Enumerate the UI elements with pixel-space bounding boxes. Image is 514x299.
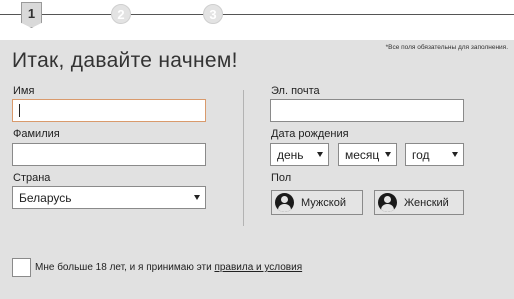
birth-year-value: год [412, 148, 430, 162]
agreement-text: Мне больше 18 лет, и я принимаю эти прав… [35, 262, 302, 273]
text-caret [19, 104, 20, 117]
dropdown-arrow-icon [452, 152, 458, 157]
step-3-number: 3 [209, 7, 217, 22]
birth-year-select[interactable]: год [405, 143, 464, 166]
column-divider [243, 90, 244, 226]
age-terms-checkbox[interactable] [12, 258, 31, 277]
required-fields-note: *Все поля обязательны для заполнения. [385, 44, 508, 51]
first-name-input[interactable] [12, 99, 206, 122]
birthdate-label: Дата рождения [271, 128, 349, 140]
birth-day-select[interactable]: день [270, 143, 329, 166]
gender-female-label: Женский [404, 197, 449, 209]
step-1-number: 1 [27, 6, 36, 21]
gender-female-button[interactable]: Женский [374, 190, 464, 215]
gender-label: Пол [271, 172, 292, 184]
birth-month-value: месяц [345, 148, 380, 162]
birth-day-value: день [277, 148, 304, 162]
person-icon [378, 193, 397, 212]
birth-month-select[interactable]: месяц [338, 143, 397, 166]
step-indicator: 1 2 3 [0, 0, 514, 40]
agreement-label: Мне больше 18 лет, и я принимаю эти [35, 262, 212, 273]
person-icon [275, 193, 294, 212]
dropdown-arrow-icon [317, 152, 323, 157]
terms-link[interactable]: правила и условия [214, 262, 302, 273]
dropdown-arrow-icon [385, 152, 391, 157]
dropdown-arrow-icon [194, 195, 200, 200]
country-value: Беларусь [19, 191, 72, 205]
email-label: Эл. почта [271, 85, 320, 97]
last-name-label: Фамилия [13, 128, 60, 140]
gender-male-label: Мужской [301, 197, 346, 209]
gender-male-button[interactable]: Мужской [271, 190, 363, 215]
country-select[interactable]: Беларусь [12, 186, 206, 209]
page-title: Итак, давайте начнем! [12, 49, 238, 72]
last-name-input[interactable] [12, 143, 206, 166]
step-2: 2 [111, 4, 131, 24]
step-3: 3 [203, 4, 223, 24]
country-label: Страна [13, 172, 51, 184]
step-2-number: 2 [117, 7, 125, 22]
first-name-label: Имя [13, 85, 35, 97]
registration-form: *Все поля обязательны для заполнения. Ит… [0, 40, 514, 299]
steps-line [0, 14, 514, 15]
step-1-active: 1 [21, 2, 42, 28]
email-input[interactable] [270, 99, 464, 122]
